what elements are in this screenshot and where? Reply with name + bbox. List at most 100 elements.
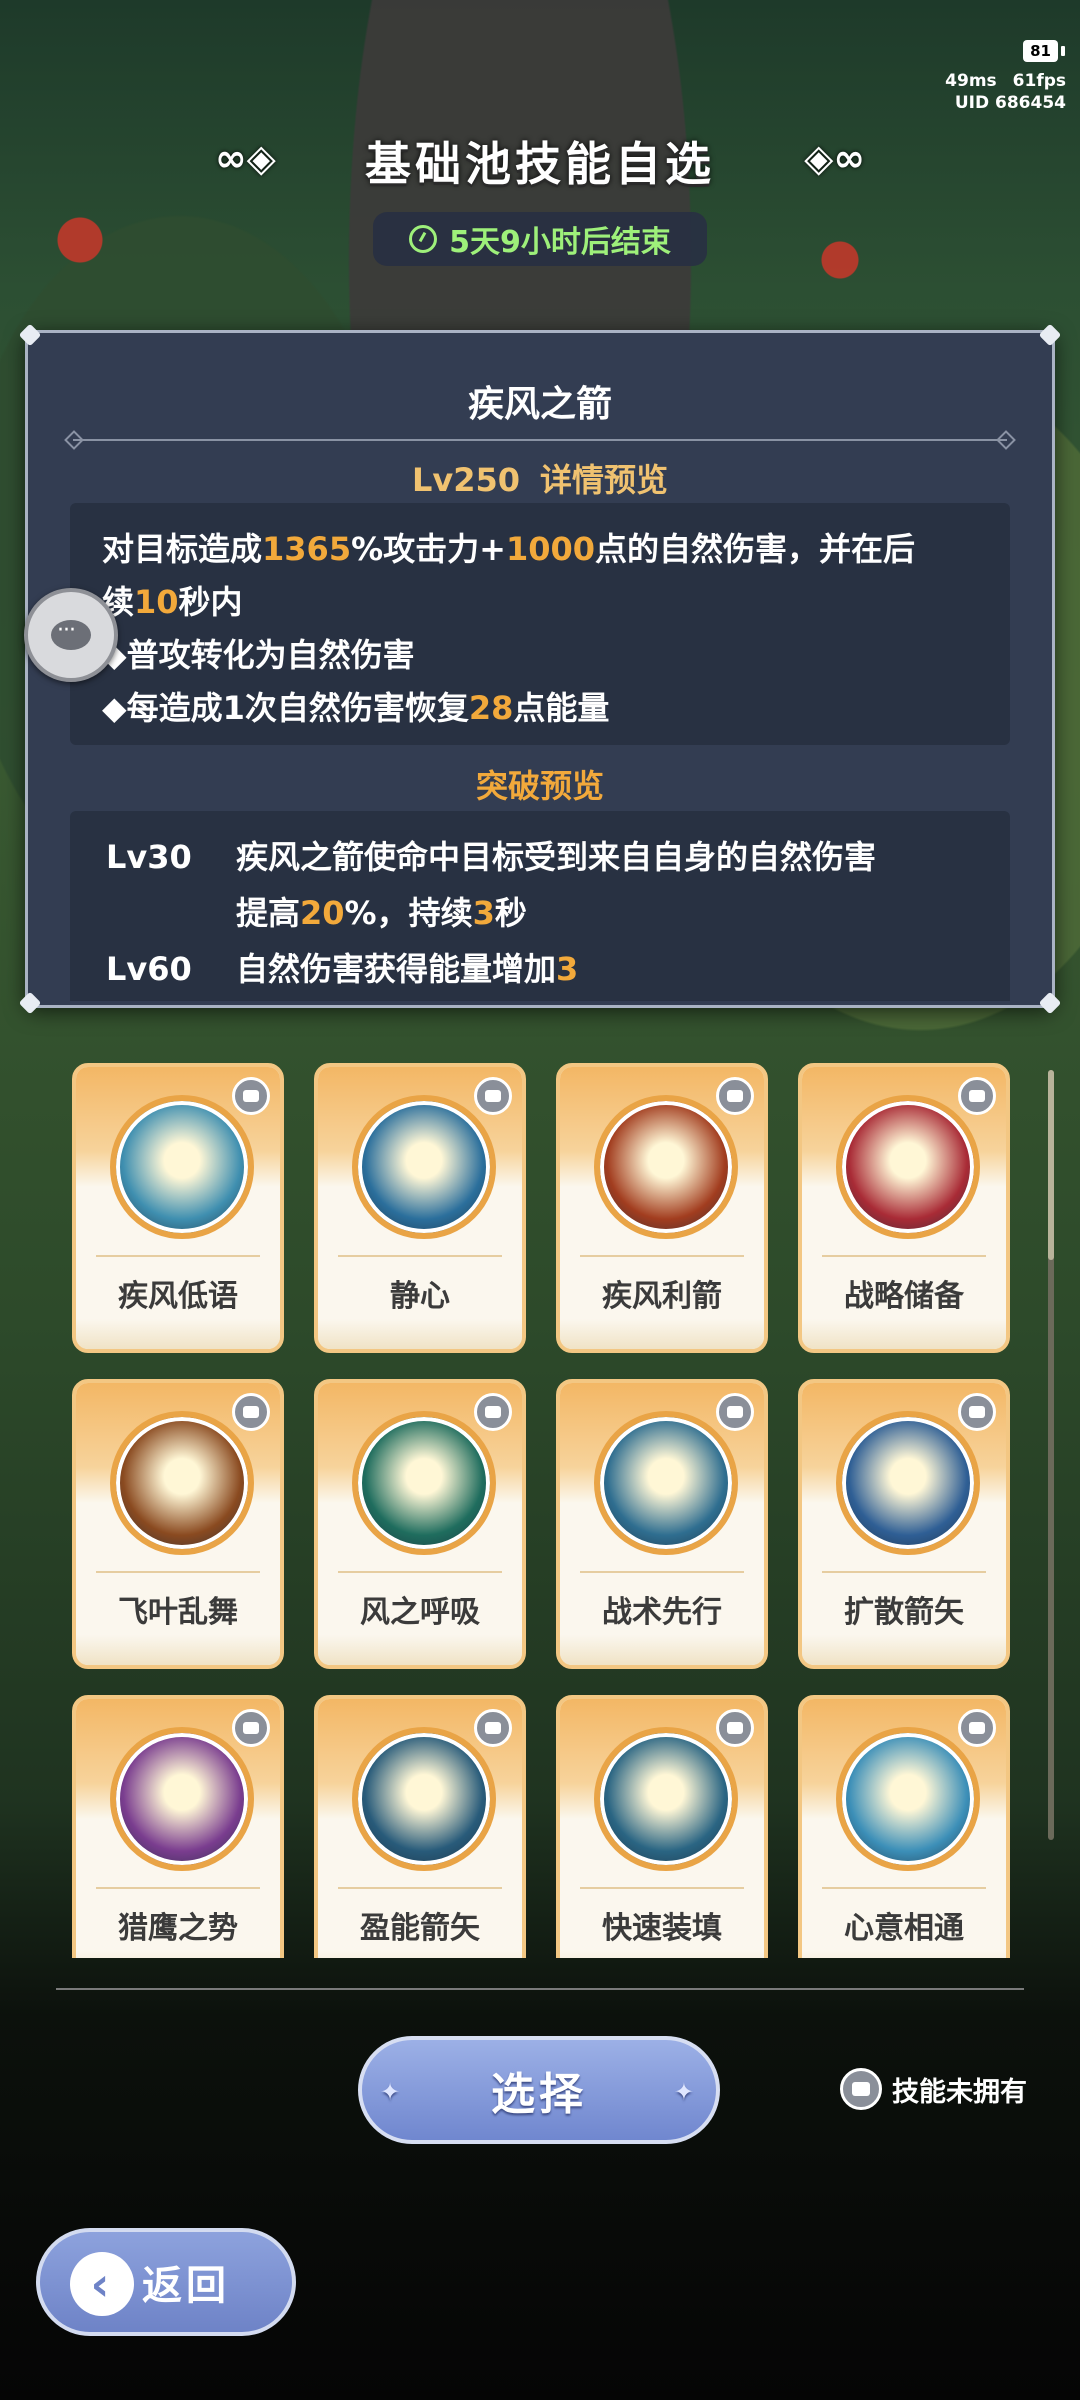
breakthrough-row: Lv30 疾风之箭使命中目标受到来自自身的自然伤害 提高20%，持续3秒 (106, 829, 974, 941)
not-owned-icon (958, 1077, 996, 1115)
text-segment: ◆每造成1次自然伤害恢复 (102, 689, 469, 727)
skill-card[interactable]: 风之呼吸 (314, 1379, 526, 1669)
not-owned-icon (716, 1393, 754, 1431)
card-divider (822, 1887, 986, 1889)
breakthrough-line: 提高20%，持续3秒 (236, 885, 876, 941)
skill-card[interactable]: 心意相通 (798, 1695, 1010, 1958)
skill-card[interactable]: 快速装填 (556, 1695, 768, 1958)
card-footer (76, 1951, 280, 1958)
card-footer (76, 1635, 280, 1665)
skill-grid[interactable]: 疾风低语 静心 疾风利箭 战略储备飞叶乱舞 风之呼吸 战术先行 扩散箭矢猎鹰之势 盈能箭矢 快速… (72, 1063, 1012, 1958)
text-segment: 自然伤害获得能量增加 (236, 950, 557, 988)
card-divider (580, 1255, 744, 1257)
text-segment: 点的自然伤害，并在后 (595, 530, 916, 568)
sparkle-icon: ✦ (380, 2078, 405, 2106)
skill-card[interactable]: 飞叶乱舞 (72, 1379, 284, 1669)
skill-card[interactable]: 疾风利箭 (556, 1063, 768, 1353)
select-label: 选择 (491, 2069, 587, 2120)
skill-card[interactable]: 扩散箭矢 (798, 1379, 1010, 1669)
skill-card-name: 盈能箭矢 (360, 1911, 480, 1946)
preview-label: 详情预览 (540, 461, 669, 499)
card-divider (338, 1571, 502, 1573)
breakthrough-list[interactable]: Lv30 疾风之箭使命中目标受到来自自身的自然伤害 提高20%，持续3秒 Lv60 自然… (70, 811, 1010, 1001)
header: ∞◈ 基础池技能自选 ◈∞ (0, 128, 1080, 194)
sparkle-icon: ✦ (673, 2078, 698, 2106)
legend-label: 技能未拥有 (892, 2076, 1027, 2108)
wolf-icon (836, 1727, 980, 1871)
text-segment: 秒内 (178, 583, 243, 621)
text-segment: ◆普攻转化为自然伤害 (102, 636, 415, 674)
skill-description[interactable]: 对目标造成1365%攻击力+1000点的自然伤害，并在后 续10秒内 ◆普攻转化为自… (70, 503, 1010, 745)
skill-card[interactable]: 疾风低语 (72, 1063, 284, 1353)
card-footer (318, 1635, 522, 1665)
crosshair-icon (110, 1727, 254, 1871)
skill-card-name: 扩散箭矢 (844, 1595, 964, 1630)
chat-button[interactable] (24, 588, 118, 682)
hand-icon (594, 1411, 738, 1555)
select-button[interactable]: ✦ 选择 ✦ (358, 2036, 720, 2144)
card-divider (338, 1887, 502, 1889)
card-divider (338, 1255, 502, 1257)
not-owned-icon (716, 1709, 754, 1747)
fps-value: 61fps (1012, 71, 1066, 91)
event-timer: 5天9小时后结束 (373, 212, 707, 266)
quiver-icon (594, 1727, 738, 1871)
card-divider (822, 1571, 986, 1573)
breakthrough-level: Lv60 (106, 950, 192, 988)
not-owned-icon (716, 1077, 754, 1115)
not-owned-icon (958, 1709, 996, 1747)
not-owned-icon (958, 1393, 996, 1431)
grid-scrollbar[interactable] (1048, 1070, 1054, 1840)
breakthrough-line: 自然伤害获得能量增加3 (236, 941, 578, 997)
card-divider (580, 1887, 744, 1889)
ping-value: 49ms (945, 71, 997, 91)
page-title: 基础池技能自选 (365, 137, 715, 191)
level-value: Lv250 (411, 461, 521, 499)
breakthrough-line: 疾风之箭使命中目标受到来自自身的自然伤害 (236, 829, 876, 885)
skill-detail-panel: 疾风之箭 Lv250 详情预览 对目标造成1365%攻击力+1000点的自然伤害，… (18, 323, 1062, 1015)
skill-card[interactable]: 战略储备 (798, 1063, 1010, 1353)
breakthrough-heading: 突破预览 (475, 767, 604, 805)
wind-arrows-icon (110, 1095, 254, 1239)
heart-icon (352, 1095, 496, 1239)
red-lightning-icon (836, 1095, 980, 1239)
not-owned-icon (840, 2068, 882, 2110)
breakthrough-text: 自然伤害获得能量增加3 (236, 941, 578, 997)
card-divider (822, 1255, 986, 1257)
text-segment: 对目标造成 (102, 530, 263, 568)
not-owned-icon (474, 1393, 512, 1431)
card-footer (318, 1319, 522, 1349)
uid-label: UID 686454 (954, 93, 1066, 113)
skill-card[interactable]: 猎鹰之势 (72, 1695, 284, 1958)
skill-card-name: 飞叶乱舞 (118, 1595, 238, 1630)
skill-card-name: 猎鹰之势 (118, 1911, 238, 1946)
card-divider (96, 1887, 260, 1889)
card-divider (580, 1571, 744, 1573)
skill-card[interactable]: 战术先行 (556, 1379, 768, 1669)
card-footer (802, 1319, 1006, 1349)
highlight-number: 20 (300, 894, 345, 932)
highlight-number: 3 (472, 894, 495, 932)
skill-card[interactable]: 静心 (314, 1063, 526, 1353)
skill-card-name: 风之呼吸 (360, 1595, 480, 1630)
description-line: ◆每造成1次自然伤害恢复28点能量 (102, 682, 978, 735)
green-cross-icon (352, 1411, 496, 1555)
card-divider (96, 1255, 260, 1257)
legend-not-owned: 技能未拥有 (840, 2068, 1027, 2110)
skill-card-name: 心意相通 (844, 1911, 964, 1946)
status-bar: 81 49ms 61fps UID 686454 (929, 40, 1066, 114)
not-owned-icon (232, 1077, 270, 1115)
description-line: 续10秒内 (102, 576, 978, 629)
ornament-left-icon: ∞◈ (215, 136, 276, 180)
back-button[interactable]: ‹ 返回 (36, 2228, 296, 2336)
card-footer (802, 1951, 1006, 1958)
chat-icon (51, 618, 91, 650)
breakthrough-level: Lv30 (106, 838, 192, 876)
highlight-number: 10 (134, 583, 179, 621)
text-segment: 点能量 (513, 689, 610, 727)
skill-card[interactable]: 盈能箭矢 (314, 1695, 526, 1958)
scrollbar-thumb[interactable] (1048, 1070, 1054, 1260)
skill-card-name: 疾风利箭 (602, 1279, 722, 1314)
card-footer (76, 1319, 280, 1349)
highlight-number: 3 (556, 950, 579, 988)
